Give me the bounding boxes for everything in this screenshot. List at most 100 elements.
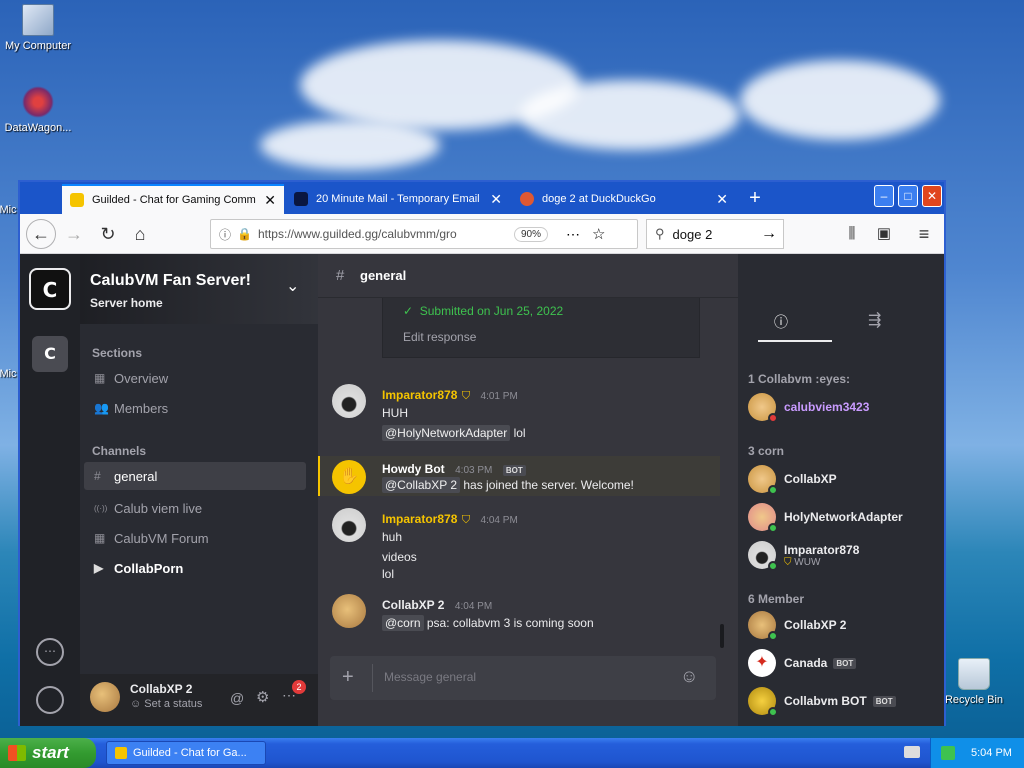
avatar[interactable] — [332, 384, 366, 418]
guilded-favicon-icon — [70, 193, 84, 207]
server-icon-active[interactable]: C — [29, 268, 71, 310]
user-name: CollabXP 2 — [130, 682, 193, 696]
message-header: Imparator878 ⛉ 4:01 PM — [382, 386, 518, 404]
tab-20-minute-mail[interactable]: 20 Minute Mail - Temporary Email - ✕ — [286, 184, 510, 214]
direct-messages-icon[interactable]: ⋯ — [36, 638, 64, 666]
server-header[interactable]: CalubVM Fan Server! Server home ⌄ — [80, 254, 318, 324]
server-icon[interactable]: C — [32, 336, 68, 372]
avatar[interactable] — [332, 594, 366, 628]
menu-icon[interactable]: ≡ — [910, 220, 938, 248]
member-group-header: 6 Member — [748, 592, 805, 606]
mention[interactable]: @CollabXP 2 — [382, 477, 460, 493]
keyboard-icon[interactable] — [904, 746, 920, 758]
tab-guilded[interactable]: Guilded - Chat for Gaming Commu ✕ — [62, 184, 284, 214]
role-badge-icon: ⛉ — [461, 390, 471, 402]
system-tray: 5:04 PM — [930, 738, 1024, 768]
member-row[interactable]: Imparator878 ⛉ WUW — [748, 540, 938, 571]
desktop-icon-label: DataWagon... — [4, 122, 72, 134]
channel-general[interactable]: # general — [84, 462, 306, 490]
smile-icon: ☺ — [130, 698, 145, 710]
settings-gear-icon[interactable]: ⚙ — [256, 688, 269, 706]
status-dot — [768, 561, 778, 571]
set-status-label: Set a status — [144, 698, 203, 710]
recycle-bin-icon — [958, 658, 990, 690]
close-tab-icon[interactable]: ✕ — [490, 191, 502, 208]
mention[interactable]: @corn — [382, 615, 424, 631]
channel-calub-viem-live[interactable]: ((·)) Calub viem live — [84, 494, 306, 522]
start-label: start — [32, 743, 69, 762]
start-button[interactable]: start — [0, 738, 96, 768]
taskbar-item-guilded[interactable]: Guilded - Chat for Ga... — [106, 741, 266, 765]
network-icon[interactable] — [941, 746, 955, 760]
section-members[interactable]: 👥 Members — [84, 394, 306, 422]
maximize-button[interactable]: □ — [898, 185, 918, 207]
bookmark-star-icon[interactable]: ☆ — [592, 225, 605, 243]
chat-area: # general 📌 ⋮ ✓ Submitted on Jun 25, 202… — [318, 254, 944, 726]
member-name: Imparator878 — [784, 542, 860, 557]
server-subtitle: Server home — [90, 296, 163, 310]
member-row[interactable]: CollabXP 2 — [748, 610, 938, 641]
status-dot — [768, 707, 778, 717]
chevron-down-icon[interactable]: ⌄ — [286, 276, 299, 296]
channel-calubvm-forum[interactable]: ▦ CalubVM Forum — [84, 524, 306, 552]
channel-collabporn[interactable]: ▶ CollabPorn — [84, 554, 306, 582]
info-tab-icon[interactable]: ⓘ — [774, 312, 788, 332]
message-author[interactable]: Howdy Bot — [382, 462, 445, 476]
tab-duckduckgo[interactable]: doge 2 at DuckDuckGo ✕ — [512, 184, 736, 214]
set-status-link[interactable]: ☺ Set a status — [130, 698, 202, 710]
url-bar[interactable]: ⓘ 🔒 https://www.guilded.gg/calubvmm/gro … — [210, 219, 638, 249]
desktop-icon-datawagon[interactable]: DataWagon... — [0, 86, 76, 134]
edit-response-link[interactable]: Edit response — [403, 330, 476, 344]
message-author[interactable]: CollabXP 2 — [382, 598, 444, 612]
reload-button[interactable]: ↻ — [94, 220, 122, 248]
member-row[interactable]: HolyNetworkAdapter — [748, 502, 938, 533]
thread-list-icon[interactable]: ⇶ — [868, 310, 881, 330]
message-line: videos — [382, 550, 417, 564]
members-icon: 👥 — [94, 401, 109, 415]
member-row[interactable]: calubviem3423 — [748, 392, 938, 423]
chat-scrollbar[interactable] — [720, 624, 724, 648]
avatar[interactable] — [90, 682, 120, 712]
member-row[interactable]: CollabXP — [748, 464, 938, 495]
forward-button[interactable]: → — [60, 220, 88, 248]
close-tab-icon[interactable]: ✕ — [716, 191, 728, 208]
avatar[interactable] — [332, 508, 366, 542]
message-author[interactable]: Imparator878 — [382, 512, 457, 526]
avatar — [748, 503, 778, 533]
member-row[interactable]: Collabvm BOT BOT — [748, 686, 938, 717]
desktop-icon-label: My Computer — [4, 40, 72, 52]
close-tab-icon[interactable]: ✕ — [264, 192, 276, 209]
zoom-badge[interactable]: 90% — [513, 226, 548, 242]
wave-icon[interactable]: ✋ — [332, 460, 366, 494]
info-icon[interactable]: ⓘ — [219, 226, 231, 243]
message: Imparator878 ⛉ 4:04 PM huh videos lol — [318, 508, 738, 588]
mention[interactable]: @HolyNetworkAdapter — [382, 425, 511, 441]
form-response-card: ✓ Submitted on Jun 25, 2022 Edit respons… — [382, 298, 700, 358]
message-input[interactable]: Message general — [384, 670, 476, 684]
close-window-button[interactable]: ✕ — [922, 185, 942, 207]
search-go-icon[interactable]: → — [761, 225, 777, 243]
search-bar[interactable]: ⚲ doge 2 → — [646, 219, 784, 249]
minimize-button[interactable]: – — [874, 185, 894, 207]
desktop-icon-recycle-bin[interactable]: Recycle Bin — [936, 658, 1012, 706]
back-button[interactable]: ← — [26, 219, 56, 249]
member-row[interactable]: ✦ Canada BOT — [748, 648, 938, 678]
community-icon[interactable] — [36, 686, 64, 714]
page-actions-icon[interactable]: ⋯ — [566, 226, 580, 243]
new-tab-button[interactable]: + — [740, 184, 770, 212]
message-line: lol — [382, 567, 395, 581]
channel-title: general — [360, 268, 407, 283]
role-badge-icon: ⛉ — [784, 556, 795, 568]
server-rail: C C ⋯ — [20, 254, 80, 726]
section-overview[interactable]: ▦ Overview — [84, 364, 306, 392]
search-input[interactable]: doge 2 — [673, 227, 761, 242]
message-author[interactable]: Imparator878 — [382, 388, 457, 402]
home-button[interactable]: ⌂ — [126, 220, 154, 248]
sidebar-toggle-icon[interactable]: ▣ — [870, 220, 898, 248]
mention-icon[interactable]: @ — [230, 690, 244, 706]
emoji-icon[interactable]: ☺ — [680, 666, 698, 687]
library-icon[interactable]: ⫼ — [838, 220, 866, 248]
desktop-icon-my-computer[interactable]: My Computer — [0, 4, 76, 52]
section-label: Members — [114, 400, 169, 416]
add-attachment-icon[interactable]: + — [342, 666, 354, 689]
